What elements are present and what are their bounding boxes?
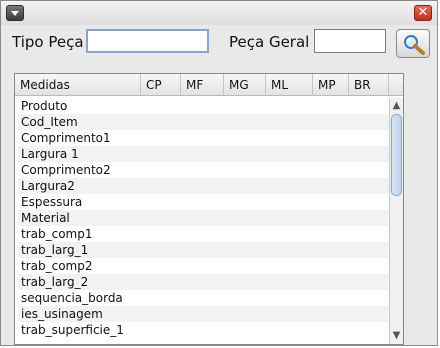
table-row[interactable]: Produto: [18, 98, 389, 114]
close-button[interactable]: ✕: [414, 5, 432, 21]
column-header-mg[interactable]: MG: [224, 74, 266, 96]
scrollbar-thumb[interactable]: [391, 114, 402, 196]
table-row[interactable]: trab_larg_2: [18, 274, 389, 290]
table-row[interactable]: Largura2: [18, 178, 389, 194]
peca-geral-label: Peça Geral: [229, 33, 310, 51]
table-row[interactable]: trab_comp2: [18, 258, 389, 274]
table-row[interactable]: trab_comp1: [18, 226, 389, 242]
table-row[interactable]: Comprimento2: [18, 162, 389, 178]
search-button[interactable]: [396, 29, 430, 58]
peca-geral-input[interactable]: [314, 29, 386, 53]
table-row[interactable]: Espessura: [18, 194, 389, 210]
table-header: Medidas CP MF MG ML MP BR: [15, 74, 403, 96]
table-row[interactable]: Comprimento1: [18, 130, 389, 146]
table-row[interactable]: ies_usinagem: [18, 306, 389, 322]
table-rows[interactable]: Produto Cod_Item Comprimento1 Largura 1 …: [18, 98, 389, 344]
table-row[interactable]: Largura 1: [18, 146, 389, 162]
column-header-ml[interactable]: ML: [266, 74, 313, 96]
table-row[interactable]: sequencia_borda: [18, 290, 389, 306]
table-row[interactable]: Cod_Item: [18, 114, 389, 130]
vertical-scrollbar[interactable]: ▲ ▼: [389, 98, 403, 344]
tipo-peca-input[interactable]: [86, 29, 209, 53]
tipo-peca-label: Tipo Peça: [12, 33, 84, 51]
medidas-table: Medidas CP MF MG ML MP BR Produto Cod_It…: [14, 73, 404, 345]
table-row[interactable]: Material: [18, 210, 389, 226]
title-bar: ✕: [1, 1, 437, 25]
scroll-up-arrow-icon[interactable]: ▲: [391, 100, 402, 112]
window-menu-button[interactable]: [6, 5, 24, 21]
column-header-cp[interactable]: CP: [141, 74, 181, 96]
column-header-medidas[interactable]: Medidas: [15, 74, 141, 96]
table-row[interactable]: trab_larg_1: [18, 242, 389, 258]
scroll-down-arrow-icon[interactable]: ▼: [391, 330, 402, 342]
column-header-mf[interactable]: MF: [181, 74, 224, 96]
column-header-mp[interactable]: MP: [313, 74, 349, 96]
search-icon: [404, 35, 425, 55]
dialog-window: ✕ Tipo Peça Peça Geral Medidas CP MF MG …: [0, 0, 438, 346]
column-header-br[interactable]: BR: [349, 74, 389, 96]
table-row[interactable]: trab_superficie_1: [18, 322, 389, 338]
